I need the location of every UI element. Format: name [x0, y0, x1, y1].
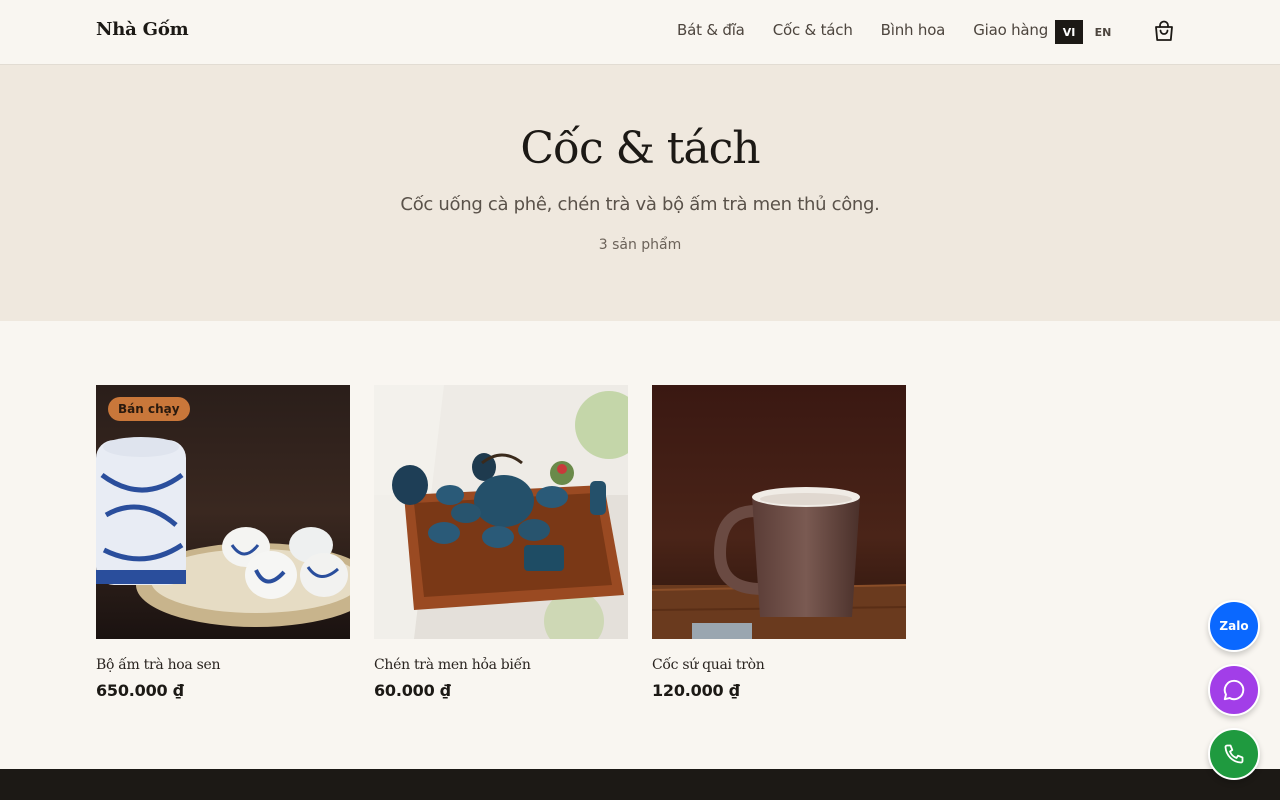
product-card[interactable]: Cốc sứ quai tròn 120.000 ₫: [652, 385, 906, 700]
zalo-button[interactable]: Zalo: [1208, 600, 1260, 652]
nav-link-giao-hang[interactable]: Giao hàng: [973, 21, 1048, 39]
chat-bubble-icon: [1223, 679, 1245, 701]
product-grid: Bán chạy Bộ ấm trà hoa sen 650.000 ₫ Ché…: [96, 385, 906, 700]
bestseller-badge: Bán chạy: [108, 397, 190, 421]
nav-link-coc-tach[interactable]: Cốc & tách: [773, 21, 853, 39]
product-name[interactable]: Chén trà men hỏa biến: [374, 657, 628, 673]
product-price: 60.000 ₫: [374, 681, 451, 700]
phone-button[interactable]: [1208, 728, 1260, 780]
site-logo[interactable]: Nhà Gốm: [96, 19, 189, 40]
product-name[interactable]: Cốc sứ quai tròn: [652, 657, 906, 673]
site-header: Nhà Gốm Bát & đĩa Cốc & tách Bình hoa Gi…: [0, 0, 1280, 65]
shopping-bag-icon[interactable]: [1152, 20, 1176, 44]
language-switcher: VI EN: [1055, 20, 1117, 44]
product-price: 650.000 ₫: [96, 681, 184, 700]
product-card[interactable]: Chén trà men hỏa biến 60.000 ₫: [374, 385, 628, 700]
product-price: 120.000 ₫: [652, 681, 740, 700]
nav-link-bat-dia[interactable]: Bát & đĩa: [677, 21, 745, 39]
main-nav: Bát & đĩa Cốc & tách Bình hoa Giao hàng: [677, 21, 1048, 39]
product-image[interactable]: Bán chạy: [96, 385, 350, 639]
product-image[interactable]: [374, 385, 628, 639]
product-image[interactable]: [652, 385, 906, 639]
lang-en-button[interactable]: EN: [1089, 20, 1117, 44]
site-footer: [0, 769, 1280, 800]
product-card[interactable]: Bán chạy Bộ ấm trà hoa sen 650.000 ₫: [96, 385, 350, 700]
page-title: Cốc & tách: [520, 123, 760, 174]
lang-vi-button[interactable]: VI: [1055, 20, 1083, 44]
phone-icon: [1224, 744, 1244, 764]
product-count: 3 sản phẩm: [598, 237, 682, 253]
category-hero: Cốc & tách Cốc uống cà phê, chén trà và …: [0, 65, 1280, 321]
product-name[interactable]: Bộ ấm trà hoa sen: [96, 657, 350, 673]
chat-button[interactable]: [1208, 664, 1260, 716]
nav-link-binh-hoa[interactable]: Bình hoa: [881, 21, 946, 39]
category-description: Cốc uống cà phê, chén trà và bộ ấm trà m…: [400, 194, 880, 215]
